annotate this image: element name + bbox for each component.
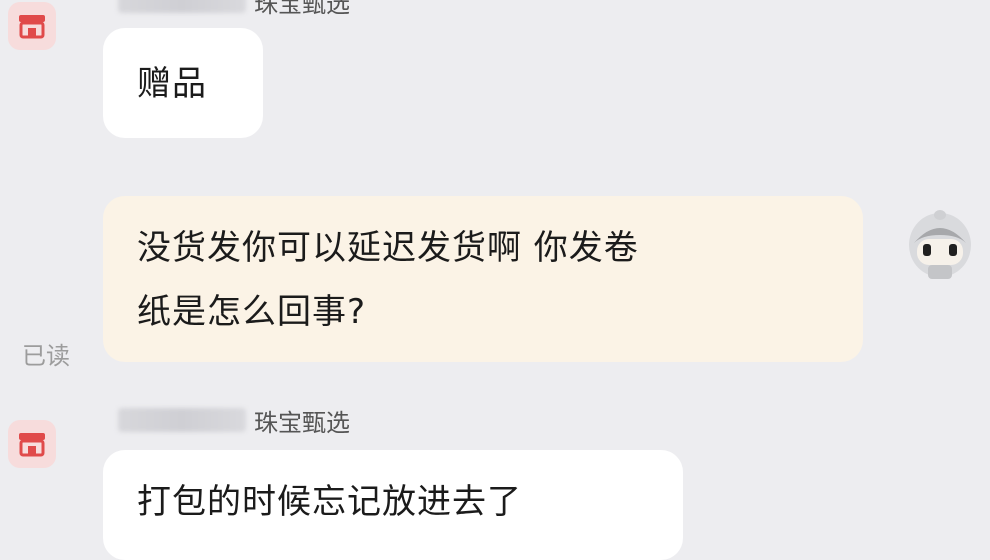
message-text-line-2: 纸是怎么回事? [137,292,367,332]
cartoon-avatar-icon [909,210,971,279]
shop-avatar[interactable] [8,2,56,50]
message-bubble-incoming[interactable]: 打包的时候忘记放进去了 [103,450,683,560]
blurred-sender-name [118,408,246,432]
message-text-line-1: 没货发你可以延迟发货啊 你发卷 [137,228,639,268]
message-bubble-incoming[interactable]: 赠品 [103,28,263,138]
message-bubble-outgoing[interactable]: 没货发你可以延迟发货啊 你发卷 纸是怎么回事? [103,196,863,362]
sender-row: 珠宝甄选 [118,405,350,437]
storefront-icon [19,433,45,457]
user-avatar[interactable] [906,205,974,281]
sender-shop-name: 珠宝甄选 [254,0,350,18]
chat-conversation: 珠宝甄选 赠品 没货发你可以延迟发货啊 你发卷 纸是怎么回事? 已读 珠宝甄选 [0,0,990,560]
read-receipt: 已读 [22,342,70,370]
shop-avatar[interactable] [8,420,56,468]
storefront-icon [19,15,45,39]
message-text: 赠品 [137,64,207,104]
sender-row: 珠宝甄选 [118,0,350,18]
sender-shop-name: 珠宝甄选 [254,408,350,437]
message-text: 打包的时候忘记放进去了 [137,482,522,522]
blurred-sender-name [118,0,246,13]
